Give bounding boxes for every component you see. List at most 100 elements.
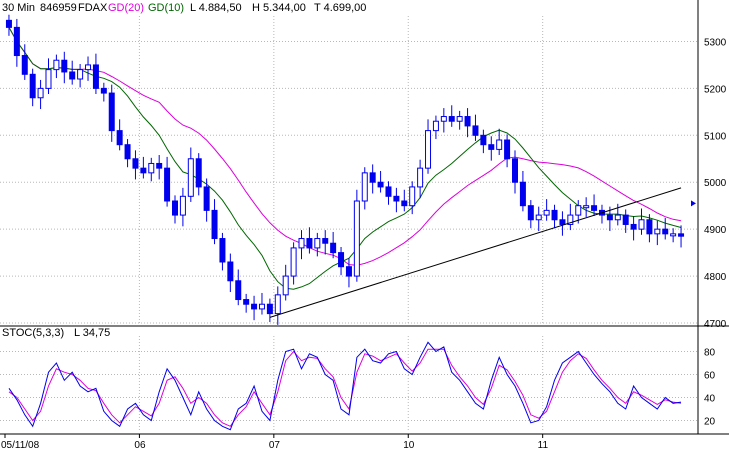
candle-body bbox=[140, 167, 147, 174]
candle-body bbox=[322, 238, 329, 244]
candle-body bbox=[290, 247, 297, 277]
stoch-tick-label: 40 bbox=[704, 394, 716, 405]
stoch-tick-label: 60 bbox=[704, 371, 716, 382]
candle-body bbox=[464, 116, 471, 127]
x-tick-label: 07 bbox=[269, 440, 281, 451]
candle-body bbox=[5, 19, 12, 28]
price-tick-label: 4700 bbox=[704, 319, 727, 330]
stoch-lines bbox=[8, 341, 682, 431]
stoch-y-axis: 20 40 60 80 bbox=[704, 348, 716, 428]
candle-body bbox=[535, 214, 542, 221]
x-tick-label: 06 bbox=[134, 440, 146, 451]
candle-body bbox=[472, 125, 479, 136]
candle-body bbox=[258, 303, 265, 310]
ma10-legend: GD(10) bbox=[148, 2, 184, 14]
candle-body bbox=[646, 219, 653, 235]
low-value-label: L 4.884,50 bbox=[190, 2, 242, 14]
candle-body bbox=[353, 200, 360, 277]
candle-body bbox=[235, 280, 242, 301]
chart-canvas: 30 Min 846959 FDAX GD(20) GD(10) L 4.884… bbox=[0, 0, 729, 451]
candle-body bbox=[116, 130, 123, 146]
candle-body bbox=[606, 214, 613, 221]
candle-body bbox=[132, 158, 139, 169]
candle-body bbox=[345, 266, 352, 277]
candle-body bbox=[100, 87, 107, 94]
candle-body bbox=[409, 186, 416, 207]
stoch-tick-label: 20 bbox=[704, 417, 716, 428]
candle-body bbox=[251, 303, 258, 310]
last-value-label: T 4.699,00 bbox=[314, 2, 366, 14]
candle-body bbox=[124, 144, 131, 160]
candle-body bbox=[678, 233, 685, 237]
candle-body bbox=[211, 209, 218, 240]
candle-body bbox=[92, 64, 99, 89]
candle-body bbox=[559, 219, 566, 225]
candle-body bbox=[575, 205, 582, 216]
candle-body bbox=[164, 167, 171, 202]
candle-body bbox=[591, 205, 598, 211]
candle-body bbox=[417, 167, 424, 188]
candle-body bbox=[551, 209, 558, 221]
ma10-line bbox=[8, 27, 682, 290]
price-tick-label: 4800 bbox=[704, 272, 727, 283]
candle-body bbox=[432, 120, 439, 132]
candle-body bbox=[61, 59, 68, 73]
candle-body bbox=[37, 87, 44, 99]
candle-body bbox=[108, 92, 115, 132]
candle-body bbox=[266, 303, 273, 315]
candle-body bbox=[298, 238, 305, 249]
candle-body bbox=[448, 116, 455, 122]
candle-body bbox=[195, 158, 202, 188]
candle-body bbox=[274, 294, 281, 315]
x-tick-label: 10 bbox=[403, 440, 415, 451]
candle-body bbox=[227, 261, 234, 282]
stoch-label: STOC(5,3,3) bbox=[2, 327, 64, 339]
x-axis: 05/11/08 06 07 10 11 bbox=[1, 434, 548, 451]
candle-body bbox=[504, 139, 511, 160]
candle-body bbox=[13, 26, 20, 57]
candle-body bbox=[330, 242, 337, 254]
candle-body bbox=[488, 144, 495, 150]
candle-body bbox=[219, 238, 226, 263]
candle-body bbox=[77, 69, 84, 80]
candle-body bbox=[456, 116, 463, 122]
candle-body bbox=[148, 162, 155, 174]
price-tick-label: 5300 bbox=[704, 37, 727, 48]
candle-body bbox=[85, 64, 92, 71]
price-tick-label: 4900 bbox=[704, 225, 727, 236]
last-price-marker bbox=[691, 200, 696, 207]
candle-body bbox=[156, 162, 163, 169]
candle-body bbox=[203, 186, 210, 211]
candle-body bbox=[425, 130, 432, 169]
x-tick-label: 05/11/08 bbox=[1, 440, 40, 451]
candle-body bbox=[361, 172, 368, 202]
price-marker-arrow bbox=[691, 200, 696, 207]
candle-body bbox=[527, 205, 534, 221]
candle-body bbox=[306, 238, 313, 249]
candle-body bbox=[21, 55, 28, 75]
stoch-value-label: L 34,75 bbox=[74, 327, 110, 339]
candle-body bbox=[440, 116, 447, 122]
candle-body bbox=[480, 134, 487, 146]
candle-body bbox=[187, 158, 194, 197]
price-tick-label: 5100 bbox=[704, 131, 727, 142]
candle-body bbox=[377, 181, 384, 188]
candle-body bbox=[543, 209, 550, 216]
candle-body bbox=[29, 73, 36, 99]
ma20-legend: GD(20) bbox=[108, 2, 144, 14]
candle-body bbox=[512, 158, 518, 183]
candle-body bbox=[172, 200, 178, 216]
candle-body bbox=[45, 69, 52, 89]
candle-body bbox=[179, 195, 186, 216]
candle-body bbox=[662, 228, 669, 235]
price-y-axis: 4700 4800 4900 5000 5100 5200 5300 bbox=[697, 0, 727, 434]
candle-body bbox=[69, 71, 76, 80]
stoch-d-line bbox=[8, 348, 682, 427]
candle-body bbox=[385, 186, 392, 197]
candle-body bbox=[670, 233, 677, 237]
x-tick-label: 11 bbox=[538, 440, 549, 451]
stoch-tick-label: 80 bbox=[704, 348, 716, 359]
candle-body bbox=[519, 181, 526, 207]
candle-body bbox=[338, 252, 345, 268]
candle-body bbox=[630, 223, 637, 230]
